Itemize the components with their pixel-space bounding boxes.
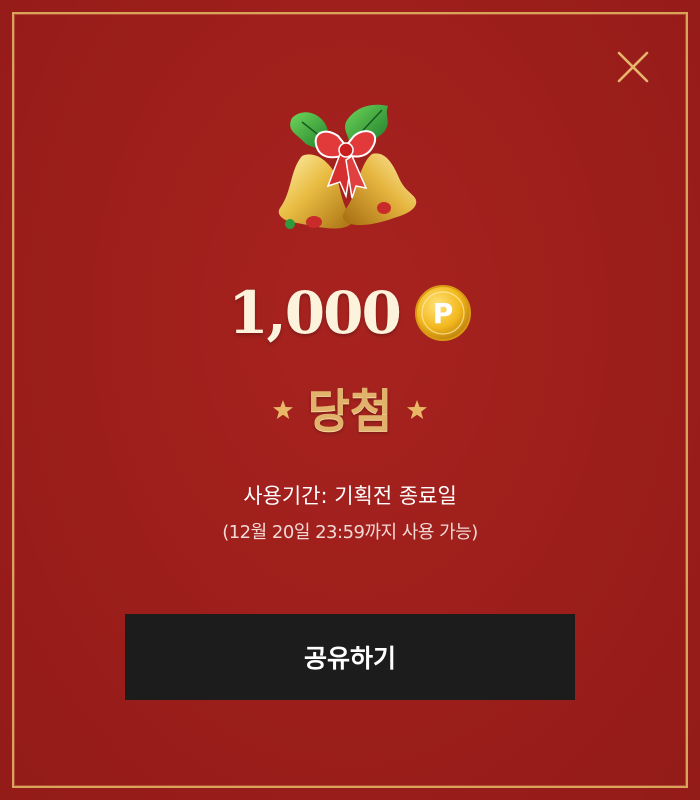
usage-period: 사용기간: 기획전 종료일 [243, 484, 457, 508]
share-button[interactable]: 공유하기 [125, 614, 575, 700]
reward-amount: 1,000 [228, 279, 402, 347]
close-icon [617, 51, 649, 83]
usage-period-detail: (12월 20일 23:59까지 사용 가능) [222, 522, 478, 543]
point-coin-icon: P [414, 285, 471, 341]
win-label: 당첨 [307, 384, 393, 438]
point-coin-label: P [433, 297, 454, 330]
close-button[interactable] [612, 46, 654, 88]
star-icon [407, 400, 428, 419]
reward-amount-row: 1,000 P [0, 278, 700, 348]
star-icon [272, 400, 293, 419]
win-row: 당첨 [0, 375, 700, 441]
christmas-bells-icon [262, 100, 432, 240]
